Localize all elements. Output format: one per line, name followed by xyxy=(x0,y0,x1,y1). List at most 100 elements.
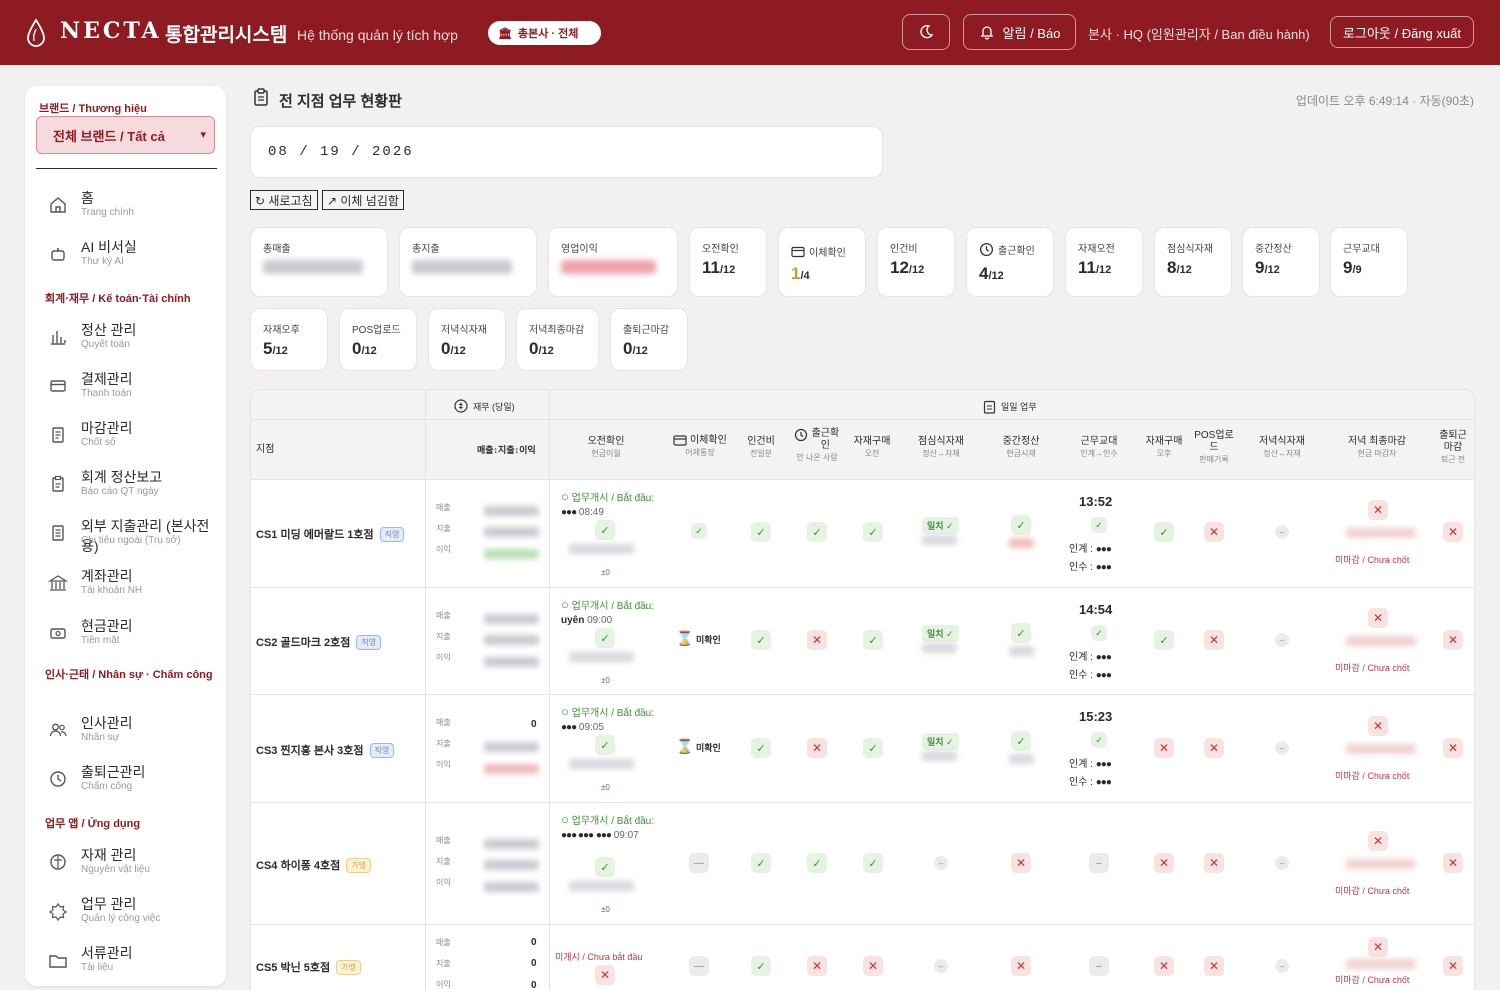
sidebar-item-ai[interactable]: AI 비서실 Thư ký AI xyxy=(25,235,226,279)
hourglass-icon: ⌛ xyxy=(676,738,694,754)
brand-name: NECTA xyxy=(60,18,162,44)
col-mid-settlement: 중간정산 현금시재 xyxy=(1002,436,1040,458)
col-dinner-final: 저녁 최종마감 현금 마감자 xyxy=(1348,436,1406,458)
necta-logo-icon xyxy=(27,18,45,47)
tasks-icon xyxy=(48,902,68,922)
top-header: NECTA 통합관리시스템 Hệ thống quản lý tích hợp … xyxy=(0,0,1500,65)
card-materials-pm[interactable]: 자재오후 5/12 xyxy=(250,308,328,371)
home-icon xyxy=(50,197,66,213)
table-row[interactable]: CS1 미딩 에머랄드 1호점 직영 매출 지출 이익 ○ 업무개시 / Bắt đầ… xyxy=(251,480,1474,588)
card-icon xyxy=(673,435,687,446)
col-shift-change: 근무교대 인계→인수 xyxy=(1080,436,1118,458)
card-icon xyxy=(791,246,805,257)
bar-chart-icon xyxy=(51,331,66,345)
system-title-vi: Hệ thống quản lý tích hợp xyxy=(297,27,458,43)
sidebar-item-account[interactable]: 계좌관리 Tài khoản NH xyxy=(25,564,226,608)
building-icon: 🏛 xyxy=(498,27,512,40)
document-icon xyxy=(52,427,64,443)
table-row[interactable]: CS2 골드마크 2호점 직영 매출 지출 이익 ○ 업무개시 / Bắt đầu: … xyxy=(251,588,1474,695)
col-morning-check: 오전확인 현금이월 xyxy=(587,436,625,458)
sidebar-item-attendance[interactable]: 출퇴근관리 Chấm công xyxy=(25,760,226,804)
card-total-sales[interactable]: 총매출 xyxy=(250,227,388,297)
card-transfer-check[interactable]: 이체확인 1/4 xyxy=(778,227,866,297)
col-check-in: 출근확인 안 나온 사람 xyxy=(789,428,845,464)
robot-icon xyxy=(51,248,65,261)
moon-icon xyxy=(920,24,934,39)
coin-icon xyxy=(454,399,468,413)
blurred-value xyxy=(561,260,656,274)
refresh-button[interactable]: ↻ 새로고침 xyxy=(250,190,318,210)
brand-select-label: 브랜드 / Thương hiệu xyxy=(39,103,147,115)
bell-icon xyxy=(979,26,994,40)
col-labor-cost: 인건비 전일분 xyxy=(747,436,775,458)
clipboard-icon xyxy=(254,88,268,106)
branch-status-table: 재무 (당일) 일일 업무 지점 매출↕지출↕이익 오전확인 현금이월 이체확인 어… xyxy=(250,389,1475,990)
card-shift-change[interactable]: 근무교대 9/9 xyxy=(1330,227,1408,297)
col-dinner-materials: 저녁식자재 정산↔자재 xyxy=(1259,436,1305,458)
bank-icon xyxy=(47,575,69,591)
report-icon xyxy=(52,475,64,492)
table-column-header: 지점 매출↕지출↕이익 오전확인 현금이월 이체확인 어제통장 인건비 전일분 출근확… xyxy=(251,420,1474,480)
hourglass-icon: ⌛ xyxy=(676,630,694,646)
system-title-ko: 통합관리시스템 xyxy=(165,25,288,46)
sidebar-item-cash[interactable]: 현금관리 Tiền mặt xyxy=(25,614,226,658)
sidebar-item-settlement[interactable]: 정산 관리 Quyết toán xyxy=(25,318,226,362)
card-labor-cost[interactable]: 인건비 12/12 xyxy=(877,227,955,297)
col-pos-upload: POS업로드 판매기록 xyxy=(1194,430,1234,464)
sidebar-item-external-expense[interactable]: 외부 지출관리 (본사전용) Chi tiêu ngoài (Trụ sở) xyxy=(25,514,226,558)
sidebar: 브랜드 / Thương hiệu 전체 브랜드 / Tất cả ▾ 홈 Tr… xyxy=(25,86,226,986)
col-materials-am: 자재구매 오전 xyxy=(853,436,891,458)
folder-icon xyxy=(49,955,67,968)
table-row[interactable]: CS5 박닌 5호점 가맹 매출 지출 이익 0 0 0 미개시 / Chưa bắt… xyxy=(251,925,1474,990)
sidebar-item-documents[interactable]: 서류관리 Tài liệu xyxy=(25,941,226,985)
table-group-header: 재무 (당일) 일일 업무 xyxy=(251,390,1474,420)
col-materials-pm: 자재구매 오후 xyxy=(1145,436,1183,458)
card-dinner-materials[interactable]: 저녁식자재 0/12 xyxy=(428,308,506,371)
col-lunch-materials: 점심식자재 정산↔자재 xyxy=(918,436,964,458)
clock-icon xyxy=(979,242,994,257)
sidebar-item-payment[interactable]: 결제관리 Thanh toán xyxy=(25,367,226,411)
divider xyxy=(36,168,217,169)
brand-select[interactable]: 전체 브랜드 / Tất cả ▾ xyxy=(36,116,215,154)
alert-button[interactable]: 알림 / Báo xyxy=(963,14,1076,50)
section-app-label: 업무 앱 / Ứng dụng xyxy=(45,818,141,830)
clock-icon xyxy=(50,771,66,787)
dark-mode-button[interactable] xyxy=(902,14,950,50)
col-transfer-check: 이체확인 어제통장 xyxy=(666,435,734,459)
sidebar-item-daily-report[interactable]: 회계 정산보고 Báo cáo QT ngày xyxy=(25,465,226,509)
hq-badge[interactable]: 🏛 총본사 · 전체 xyxy=(488,21,601,45)
date-input[interactable]: 08 / 19 / 2026 xyxy=(250,126,883,178)
card-materials-am[interactable]: 자재오전 11/12 xyxy=(1065,227,1143,297)
section-finance-label: 회계·재무 / Kế toán·Tài chính xyxy=(45,293,191,305)
transfer-inbox-button[interactable]: ↗ 이체 넘김함 xyxy=(322,190,404,210)
cash-icon xyxy=(50,628,66,639)
table-row[interactable]: CS4 하이퐁 4호점 가맹 매출 지출 이익 ○ 업무개시 / Bắt đầu: ●… xyxy=(251,803,1474,925)
people-icon xyxy=(49,723,67,737)
card-total-expense[interactable]: 총지출 xyxy=(399,227,537,297)
update-status: 업데이트 오후 6:49:14 · 자동(90초) xyxy=(1295,94,1474,108)
card-icon xyxy=(50,380,66,392)
card-morning-check[interactable]: 오전확인 11/12 xyxy=(689,227,767,297)
sidebar-item-tasks[interactable]: 업무 관리 Quản lý công việc xyxy=(25,892,226,936)
sidebar-item-materials[interactable]: 자재 관리 Nguyên vật liệu xyxy=(25,843,226,887)
card-pos-upload[interactable]: POS업로드 0/12 xyxy=(339,308,417,371)
materials-icon xyxy=(50,854,66,870)
card-lunch-materials[interactable]: 점심식자재 8/12 xyxy=(1154,227,1232,297)
sidebar-item-closing[interactable]: 마감관리 Chốt số xyxy=(25,416,226,460)
card-dinner-final-close[interactable]: 저녁최종마감 0/12 xyxy=(516,308,599,371)
card-attendance-close[interactable]: 출퇴근마감 0/12 xyxy=(610,308,688,371)
card-mid-settlement[interactable]: 중간정산 9/12 xyxy=(1242,227,1320,297)
logout-button[interactable]: 로그아웃 / Đăng xuất xyxy=(1330,16,1474,48)
clipboard-icon xyxy=(983,400,996,414)
card-check-in[interactable]: 출근확인 4/12 xyxy=(966,227,1054,297)
page-title: 전 지점 업무 현황판 xyxy=(279,93,402,110)
sidebar-item-home[interactable]: 홈 Trang chính xyxy=(25,186,226,230)
col-attendance-close: 출퇴근 마감 퇴근 전 xyxy=(1439,430,1467,464)
sidebar-item-hr[interactable]: 인사관리 Nhân sự xyxy=(25,711,226,755)
card-operating-profit[interactable]: 영업이익 xyxy=(548,227,678,297)
section-hr-label: 인사·근태 / Nhân sự · Chấm công xyxy=(45,669,213,681)
expense-icon xyxy=(52,525,64,541)
blurred-value xyxy=(412,260,512,274)
user-info: 본사 · HQ (임원관리자 / Ban điều hành) xyxy=(1088,27,1310,42)
table-row[interactable]: CS3 찐지홍 본사 3호점 직영 매출 지출 이익 0 ○ 업무개시 / Bắt đ… xyxy=(251,695,1474,803)
